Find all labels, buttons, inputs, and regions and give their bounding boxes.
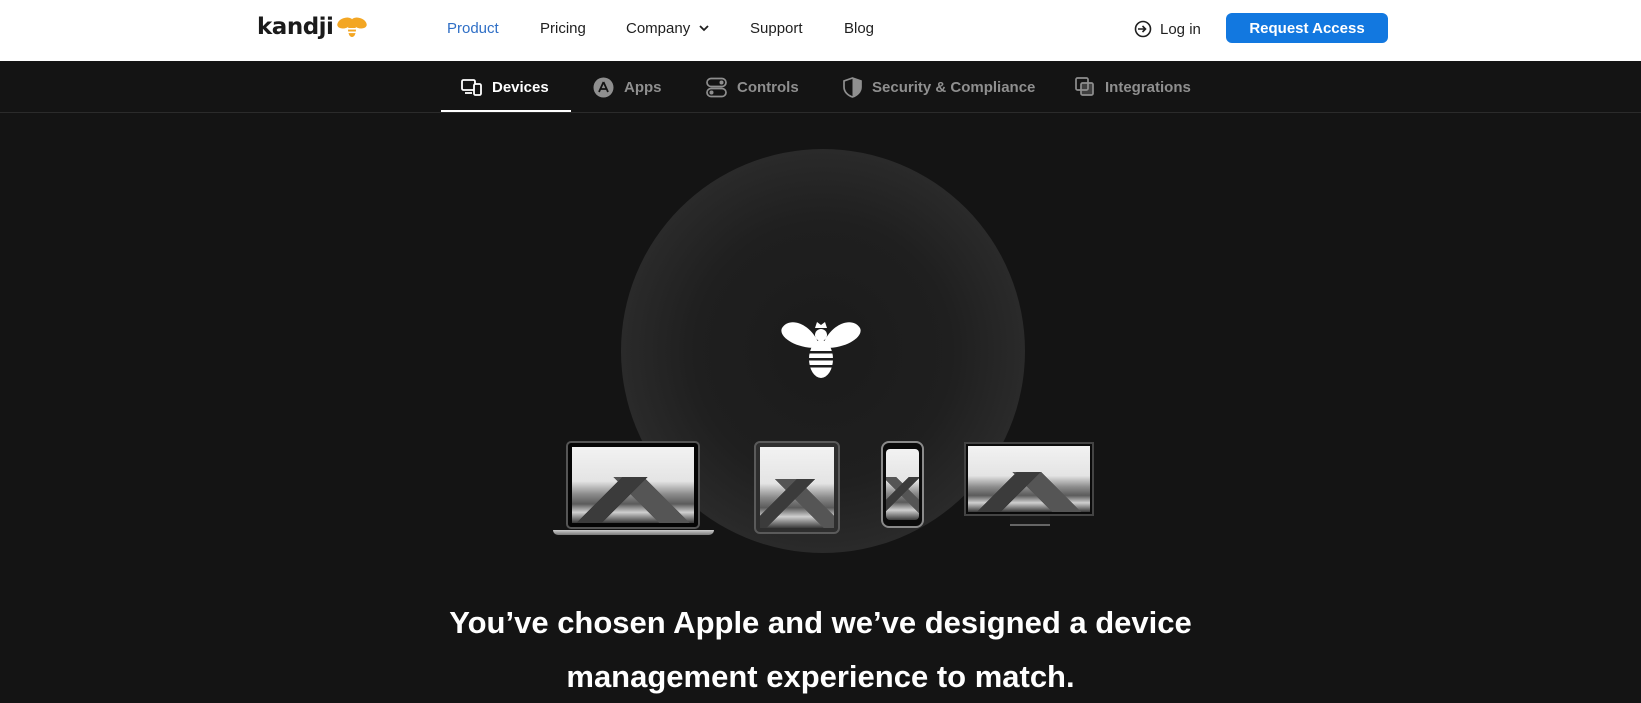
bee-logo-icon xyxy=(337,17,368,37)
phone-device xyxy=(881,441,924,528)
laptop-device xyxy=(566,441,700,529)
nav-pricing-label: Pricing xyxy=(540,19,586,37)
mountain-image xyxy=(886,449,919,520)
tab-security-label: Security & Compliance xyxy=(872,78,1036,96)
hero-headline: You’ve chosen Apple and we’ve designed a… xyxy=(0,596,1641,703)
kandji-logo[interactable]: kandji xyxy=(257,12,368,42)
monitor-device xyxy=(964,442,1094,516)
hero-headline-line2: management experience to match. xyxy=(566,659,1075,694)
tab-controls-label: Controls xyxy=(737,78,799,96)
login-label: Log in xyxy=(1160,20,1201,38)
tab-security-compliance[interactable]: Security & Compliance xyxy=(843,61,1035,113)
active-tab-indicator xyxy=(441,110,571,112)
tab-devices-label: Devices xyxy=(492,78,549,96)
tab-apps-label: Apps xyxy=(624,78,662,96)
tab-controls[interactable]: Controls xyxy=(706,61,799,113)
mountain-image xyxy=(968,446,1090,512)
nav-blog[interactable]: Blog xyxy=(844,0,874,56)
nav-support[interactable]: Support xyxy=(750,0,803,56)
nav-pricing[interactable]: Pricing xyxy=(540,0,586,56)
mountain-image xyxy=(572,447,694,523)
logo-wordmark: kandji xyxy=(257,14,334,40)
top-navigation-bar: kandji Product Pricing Company Support B… xyxy=(0,0,1641,61)
login-icon xyxy=(1134,20,1152,38)
product-subnav: Devices Apps Controls Security & Complia… xyxy=(0,61,1641,113)
chevron-down-icon xyxy=(699,24,709,31)
shield-icon xyxy=(843,76,862,98)
hero-headline-line1: You’ve chosen Apple and we’ve designed a… xyxy=(449,605,1192,640)
tab-apps[interactable]: Apps xyxy=(593,61,662,113)
integrations-icon xyxy=(1075,77,1094,96)
tab-devices[interactable]: Devices xyxy=(461,61,549,113)
tab-integrations-label: Integrations xyxy=(1105,78,1191,96)
tab-integrations[interactable]: Integrations xyxy=(1075,61,1191,113)
nav-company-label: Company xyxy=(626,19,691,37)
tablet-device xyxy=(754,441,840,534)
request-access-button[interactable]: Request Access xyxy=(1226,13,1388,43)
login-link[interactable]: Log in xyxy=(1134,0,1201,58)
bee-icon xyxy=(781,322,861,378)
toggle-icon xyxy=(706,77,727,97)
nav-blog-label: Blog xyxy=(844,19,875,37)
nav-company[interactable]: Company xyxy=(626,0,709,56)
laptop-base xyxy=(553,530,714,535)
nav-product[interactable]: Product xyxy=(447,0,499,56)
mountain-image xyxy=(760,447,834,528)
app-store-icon xyxy=(593,77,614,97)
monitor-stand xyxy=(1010,516,1050,526)
nav-support-label: Support xyxy=(750,19,803,37)
nav-product-label: Product xyxy=(447,19,499,37)
devices-icon xyxy=(461,79,482,96)
